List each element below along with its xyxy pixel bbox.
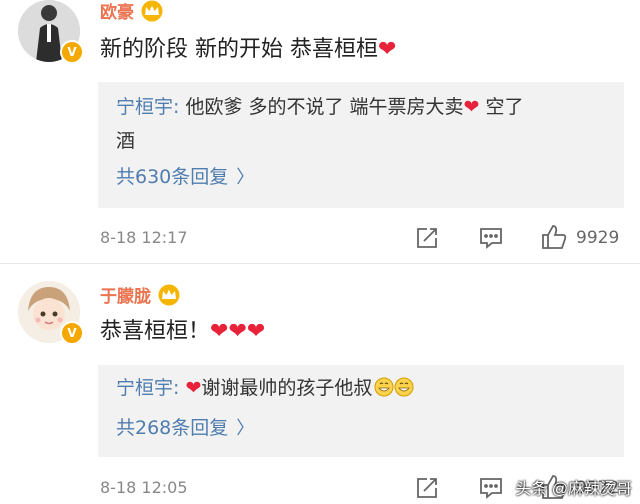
reply-text-line2: 酒 [116,130,136,152]
share-icon[interactable] [414,476,440,504]
heart-icon: ❤ [185,377,202,399]
comment-text: 新的阶段 新的开始 恭喜桓桓❤ [100,37,397,62]
view-replies-link[interactable]: 共268条回复〉 [116,413,254,444]
comment-icon[interactable] [478,226,504,254]
heart-icon: ❤ [463,96,480,118]
username[interactable]: 欧豪 [100,0,164,29]
username[interactable]: 于朦胧 [100,284,181,313]
watermark: 头条 @麻辣烫哥 [515,481,632,498]
reply-box[interactable]: 宁桓宇: ❤谢谢最帅的孩子他叔 共268条回复〉 [98,365,624,457]
comment-item: V 欧豪 新的阶段 新的开始 恭喜桓桓❤ 宁桓宇: 他欧爹 多的不说了 端午票房… [0,0,640,262]
heart-icon: ❤ [378,37,397,62]
like-icon[interactable] [540,224,568,254]
crown-icon [140,0,164,29]
heart-icon: ❤❤❤ [210,319,266,344]
comment-icon[interactable] [478,476,504,504]
timestamp: 8-18 12:17 [100,228,188,247]
timestamp: 8-18 12:05 [100,478,188,497]
reply-username[interactable]: 宁桓宇: [116,96,179,118]
comment-text: 恭喜桓桓！❤❤❤ [100,319,266,344]
crown-icon [157,284,181,313]
share-icon[interactable] [414,226,440,254]
divider [0,263,640,264]
reply-box[interactable]: 宁桓宇: 他欧爹 多的不说了 端午票房大卖❤ 空了 酒 共630条回复〉 [98,82,624,208]
comment-item: V 于朦胧 恭喜桓桓！❤❤❤ 宁桓宇: ❤谢谢最帅的孩子他叔 共268条回复 〉… [0,281,640,503]
like-count: 9929 [576,228,620,248]
reply-text: 宁桓宇: ❤谢谢最帅的孩子他叔 [116,371,610,408]
verified-badge-icon: V [60,321,84,345]
grin-emoji-icon [374,374,414,408]
reply-text: 宁桓宇: 他欧爹 多的不说了 端午票房大卖❤ 空了 [116,96,524,118]
chevron-right-icon: 〉 [236,167,255,188]
reply-username[interactable]: 宁桓宇: [116,377,179,399]
verified-badge-icon: V [60,40,84,64]
view-replies-link[interactable]: 共630条回复〉 [116,162,254,193]
chevron-right-icon: 〉 [236,418,255,439]
